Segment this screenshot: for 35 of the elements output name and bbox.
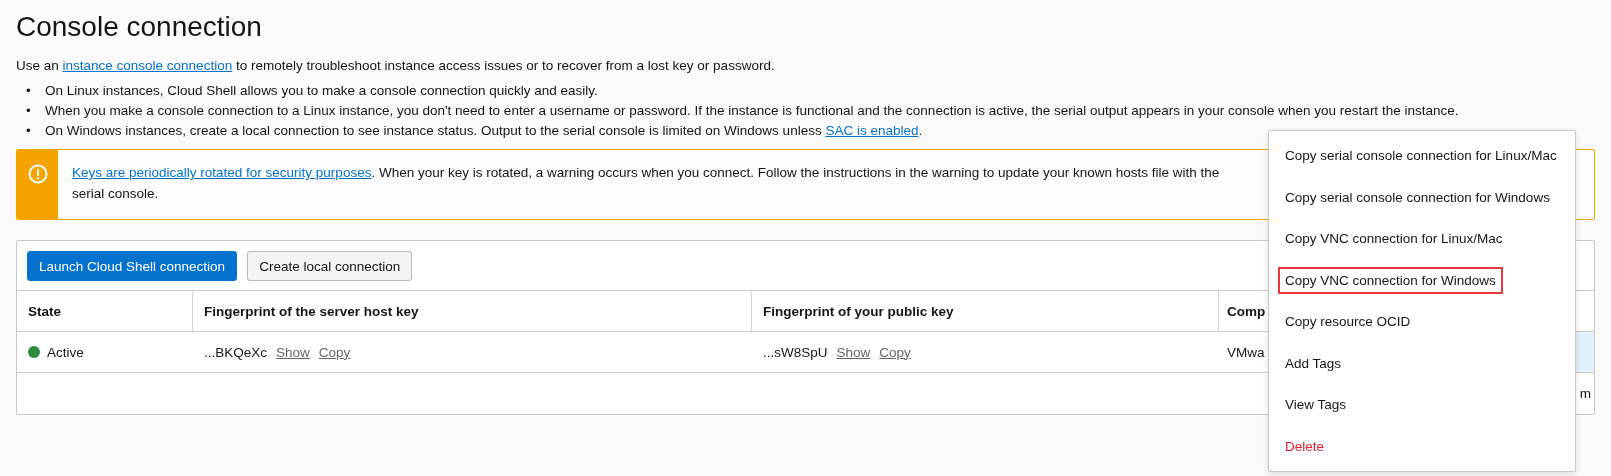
page-title: Console connection: [16, 10, 263, 44]
warning-icon: [27, 164, 48, 184]
table-cell: VMwa: [1227, 344, 1265, 360]
intro-text: Use an instance console connection to remotely troubleshoot instance access issues or to recover from a lost key or password.: [16, 57, 776, 75]
action-link[interactable]: Show: [276, 344, 310, 360]
menu-item[interactable]: Copy serial console connection for Windows: [1278, 183, 1557, 211]
warning-text: serial console.: [72, 185, 160, 203]
column-header: Fingerprint of the server host key: [204, 303, 419, 319]
state-text: Active: [47, 344, 84, 360]
launch-button[interactable]: Launch Cloud Shell connection: [27, 251, 238, 281]
menu-item[interactable]: Copy VNC connection for Linux/Mac: [1278, 225, 1510, 253]
footer-text: m: [1579, 386, 1591, 401]
bullet-text: When you make a console connection to a Linux instance, you don't need to enter a username or password. If the instance is functional and the connection is active, the serial output appears in your console when you restart the instance.: [45, 102, 1459, 120]
bullet-text: On Linux instances, Cloud Shell allows you to make a console connection quickly and easily.: [45, 82, 598, 100]
bullet-marker: •: [26, 82, 32, 100]
column-header: Fingerprint of your public key: [763, 303, 954, 319]
column-header: Comp: [1227, 303, 1266, 319]
menu-item[interactable]: Delete: [1278, 432, 1332, 460]
warning-text: Keys are periodically rotated for security purposes. When your key is rotated, a warning occurs when you connect. Follow the instructions in the warning to update your known hosts file with the: [72, 164, 1220, 182]
menu-item[interactable]: Add Tags: [1278, 349, 1349, 377]
column-header: State: [28, 303, 61, 319]
bullet-marker: •: [26, 122, 32, 140]
menu-item[interactable]: Copy resource OCID: [1278, 308, 1418, 336]
action-link[interactable]: Copy: [879, 344, 911, 360]
fingerprint-text: ...sW8SpU: [763, 344, 828, 360]
menu-item[interactable]: View Tags: [1278, 391, 1354, 419]
bullet-marker: •: [26, 102, 32, 120]
bullet-text: On Windows instances, create a local connection to see instance status. Output to the serial console is limited on Windows unless SAC is enabled.: [45, 122, 923, 140]
fingerprint-text: ...BKQeXc: [204, 344, 268, 360]
menu-item[interactable]: Copy serial console connection for Linux/Mac: [1278, 142, 1564, 170]
menu-item[interactable]: Copy VNC connection for Windows: [1278, 266, 1503, 294]
help-link[interactable]: instance console connection: [62, 58, 233, 73]
create-button[interactable]: Create local connection: [247, 251, 413, 281]
action-link[interactable]: Copy: [318, 344, 351, 360]
action-link[interactable]: Show: [836, 344, 871, 360]
